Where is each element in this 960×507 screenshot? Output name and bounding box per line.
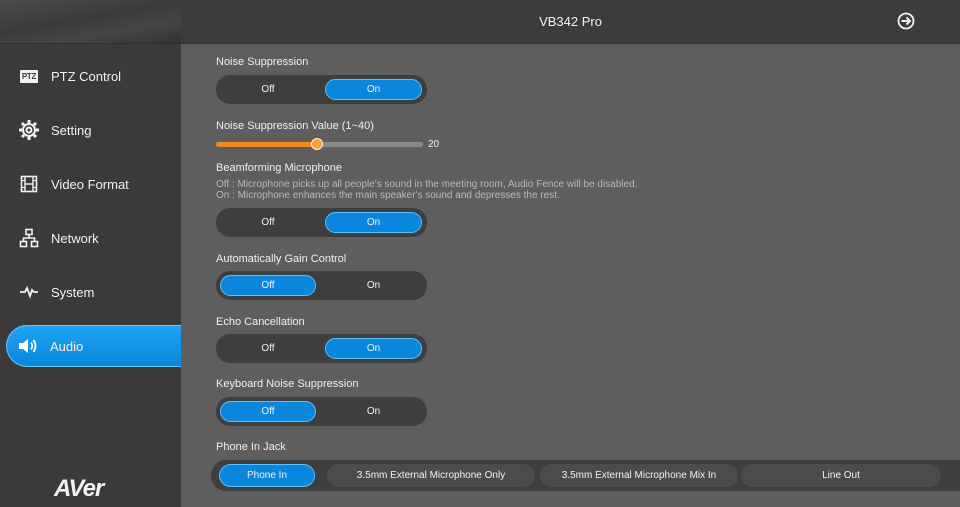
phone-jack-option-line-out[interactable]: Line Out — [741, 464, 941, 487]
speaker-icon — [17, 335, 39, 357]
agc-toggle: Off On — [216, 271, 427, 300]
sidebar-item-label: Network — [51, 230, 99, 246]
sidebar-header — [0, 0, 181, 44]
noise-suppression-off-button[interactable]: Off — [220, 79, 316, 100]
keyboard-noise-label: Keyboard Noise Suppression — [216, 378, 359, 390]
noise-value-readout: 20 — [428, 139, 440, 150]
noise-suppression-toggle: Off On — [216, 75, 427, 104]
keyboard-noise-on-button[interactable]: On — [325, 401, 422, 422]
agc-on-button[interactable]: On — [325, 275, 422, 296]
slider-handle[interactable] — [310, 138, 323, 150]
noise-value-slider[interactable] — [216, 138, 423, 150]
sidebar-item-label: Video Format — [51, 176, 129, 192]
beamforming-toggle: Off On — [216, 208, 427, 237]
pulse-icon — [18, 281, 40, 303]
top-bar: VB342 Pro — [181, 0, 960, 44]
echo-cancellation-off-button[interactable]: Off — [220, 338, 316, 359]
keyboard-noise-off-button[interactable]: Off — [220, 401, 316, 422]
gear-icon — [18, 119, 40, 141]
slider-fill — [216, 142, 317, 147]
echo-cancellation-toggle: Off On — [216, 334, 427, 363]
page-title: VB342 Pro — [539, 14, 602, 29]
sidebar-item-label: System — [51, 284, 95, 300]
noise-value-label: Noise Suppression Value (1~40) — [216, 120, 374, 132]
echo-cancellation-label: Echo Cancellation — [216, 316, 305, 328]
aver-logo: AVer — [54, 475, 104, 502]
sidebar-item-label: Setting — [51, 122, 92, 138]
app-window: PTZ PTZ Control Setting Video Format Net… — [0, 0, 960, 507]
echo-cancellation-on-button[interactable]: On — [325, 338, 422, 359]
agc-label: Automatically Gain Control — [216, 253, 347, 265]
sidebar-item-video-format[interactable]: Video Format — [0, 164, 181, 204]
sidebar-item-label: Audio — [50, 338, 84, 354]
beamforming-desc-on: On : Microphone enhances the main speake… — [216, 190, 560, 201]
phone-jack-label: Phone In Jack — [216, 441, 286, 453]
noise-suppression-label: Noise Suppression — [216, 56, 309, 68]
keyboard-noise-toggle: Off On — [216, 397, 427, 426]
sidebar-item-ptz-control[interactable]: PTZ PTZ Control — [0, 56, 181, 96]
sidebar-item-label: PTZ Control — [51, 68, 122, 84]
sidebar-item-setting[interactable]: Setting — [0, 110, 181, 150]
beamforming-on-button[interactable]: On — [325, 212, 422, 233]
phone-jack-option-phone-in[interactable]: Phone In — [219, 464, 315, 487]
phone-jack-selector: Phone In 3.5mm External Microphone Only … — [211, 460, 960, 491]
sidebar-item-system[interactable]: System — [0, 272, 181, 312]
beamforming-desc-off: Off : Microphone picks up all people's s… — [216, 179, 638, 190]
film-icon — [18, 173, 40, 195]
noise-suppression-on-button[interactable]: On — [325, 79, 422, 100]
sidebar-item-network[interactable]: Network — [0, 218, 181, 258]
logout-icon[interactable] — [896, 11, 916, 31]
phone-jack-option-mic-mix-in[interactable]: 3.5mm External Microphone Mix In — [540, 464, 738, 487]
sidebar: PTZ PTZ Control Setting Video Format Net… — [0, 0, 181, 507]
network-icon — [18, 227, 40, 249]
ptz-icon: PTZ — [19, 69, 39, 83]
beamforming-label: Beamforming Microphone — [216, 162, 342, 174]
beamforming-off-button[interactable]: Off — [220, 212, 316, 233]
agc-off-button[interactable]: Off — [220, 275, 316, 296]
sidebar-item-audio[interactable]: Audio — [6, 325, 181, 367]
phone-jack-option-mic-only[interactable]: 3.5mm External Microphone Only — [327, 464, 535, 487]
